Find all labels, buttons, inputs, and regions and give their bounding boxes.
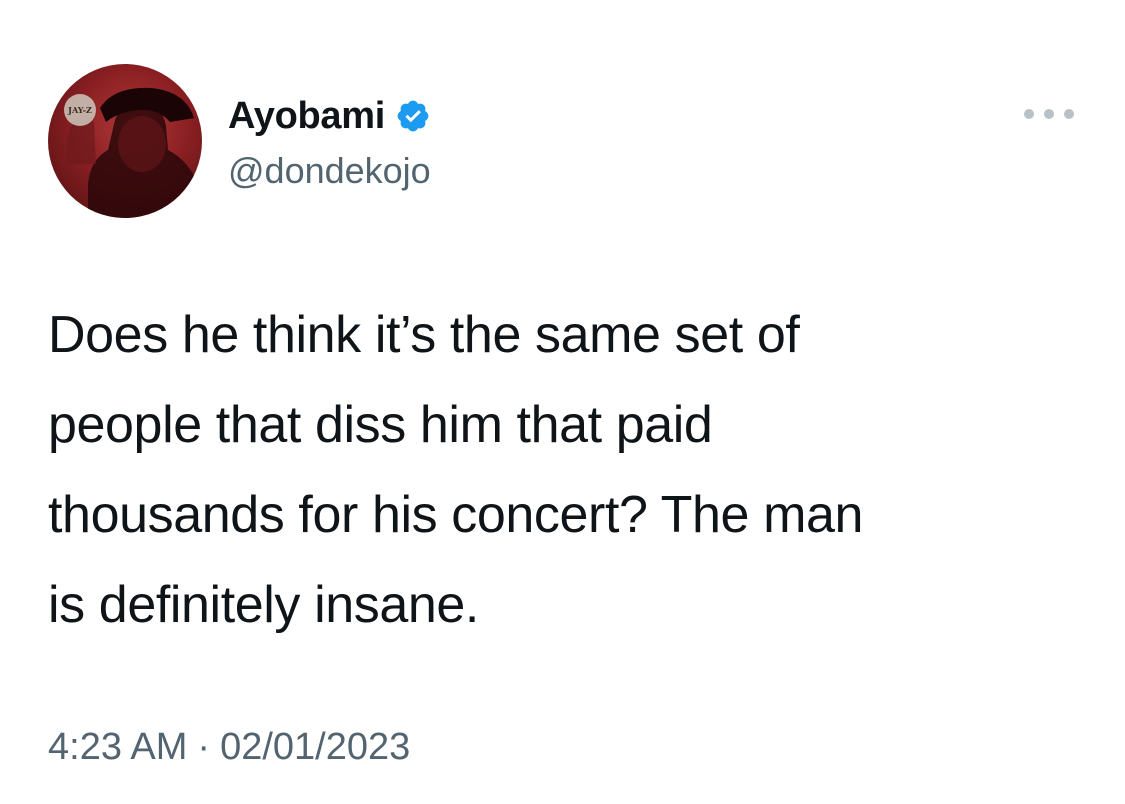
svg-text:JAY-Z: JAY-Z [67, 105, 92, 115]
tweet-text: Does he think it’s the same set of peopl… [48, 306, 864, 634]
more-dot [1024, 109, 1034, 119]
more-options-icon[interactable] [1024, 102, 1074, 126]
author-name-row[interactable]: Ayobami [228, 92, 431, 140]
avatar-image: JAY-Z [64, 87, 202, 218]
tweet-timestamp[interactable]: 4:23 AM · 02/01/2023 [48, 726, 410, 769]
display-name[interactable]: Ayobami [228, 95, 385, 138]
tweet-card: JAY-Z Ayobami @dondekojo Does he think i… [0, 0, 1125, 804]
jay-z-logo-icon: JAY-Z [64, 94, 96, 126]
tweet-date: 02/01/2023 [220, 726, 411, 768]
avatar[interactable]: JAY-Z [48, 64, 202, 218]
author-handle[interactable]: @dondekojo [228, 150, 431, 192]
more-dot [1064, 109, 1074, 119]
more-dot [1044, 109, 1054, 119]
verified-badge-icon [395, 98, 431, 134]
tweet-time: 4:23 AM [48, 726, 188, 768]
meta-separator: · [197, 726, 211, 768]
